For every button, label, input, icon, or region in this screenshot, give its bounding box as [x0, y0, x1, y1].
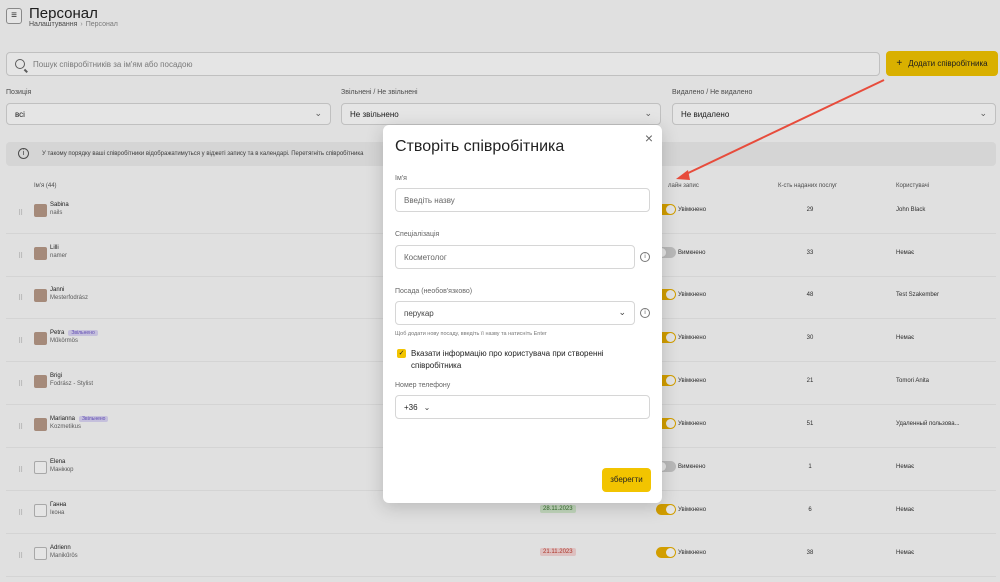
- info-icon[interactable]: i: [640, 252, 650, 262]
- specialization-input[interactable]: Косметолог: [395, 245, 635, 269]
- user-info-checkbox-label[interactable]: Вказати інформацію про користувача при с…: [411, 348, 641, 372]
- chevron-down-icon: ⌄: [618, 307, 626, 317]
- country-code-value: +36: [404, 403, 418, 412]
- chevron-down-icon: ⌄: [423, 403, 431, 412]
- save-button[interactable]: зберегти: [602, 468, 651, 492]
- name-placeholder: Введіть назву: [404, 196, 455, 205]
- dialog-title: Створіть співробітника: [395, 138, 565, 155]
- phone-label: Номер телефону: [395, 382, 451, 389]
- name-label: Ім'я: [395, 175, 407, 182]
- position-value: перукар: [404, 309, 434, 318]
- position-hint: Щоб додати нову посаду, введіть її назву…: [395, 331, 547, 337]
- close-icon[interactable]: ×: [642, 131, 656, 145]
- phone-input[interactable]: +36 ⌄: [395, 395, 650, 419]
- user-info-checkbox[interactable]: ✓: [397, 349, 406, 358]
- arrow-line: [683, 79, 885, 176]
- position-label: Посада (необов'язково): [395, 288, 473, 295]
- arrow-head: [676, 170, 690, 180]
- info-icon[interactable]: i: [640, 308, 650, 318]
- position-select[interactable]: перукар ⌄: [395, 301, 635, 325]
- create-employee-dialog: × Створіть співробітника Ім'я Введіть на…: [383, 125, 662, 503]
- country-code-select[interactable]: +36 ⌄: [404, 403, 430, 412]
- specialization-value: Косметолог: [404, 253, 447, 262]
- specialization-label: Спеціалізація: [395, 231, 440, 238]
- name-input[interactable]: Введіть назву: [395, 188, 650, 212]
